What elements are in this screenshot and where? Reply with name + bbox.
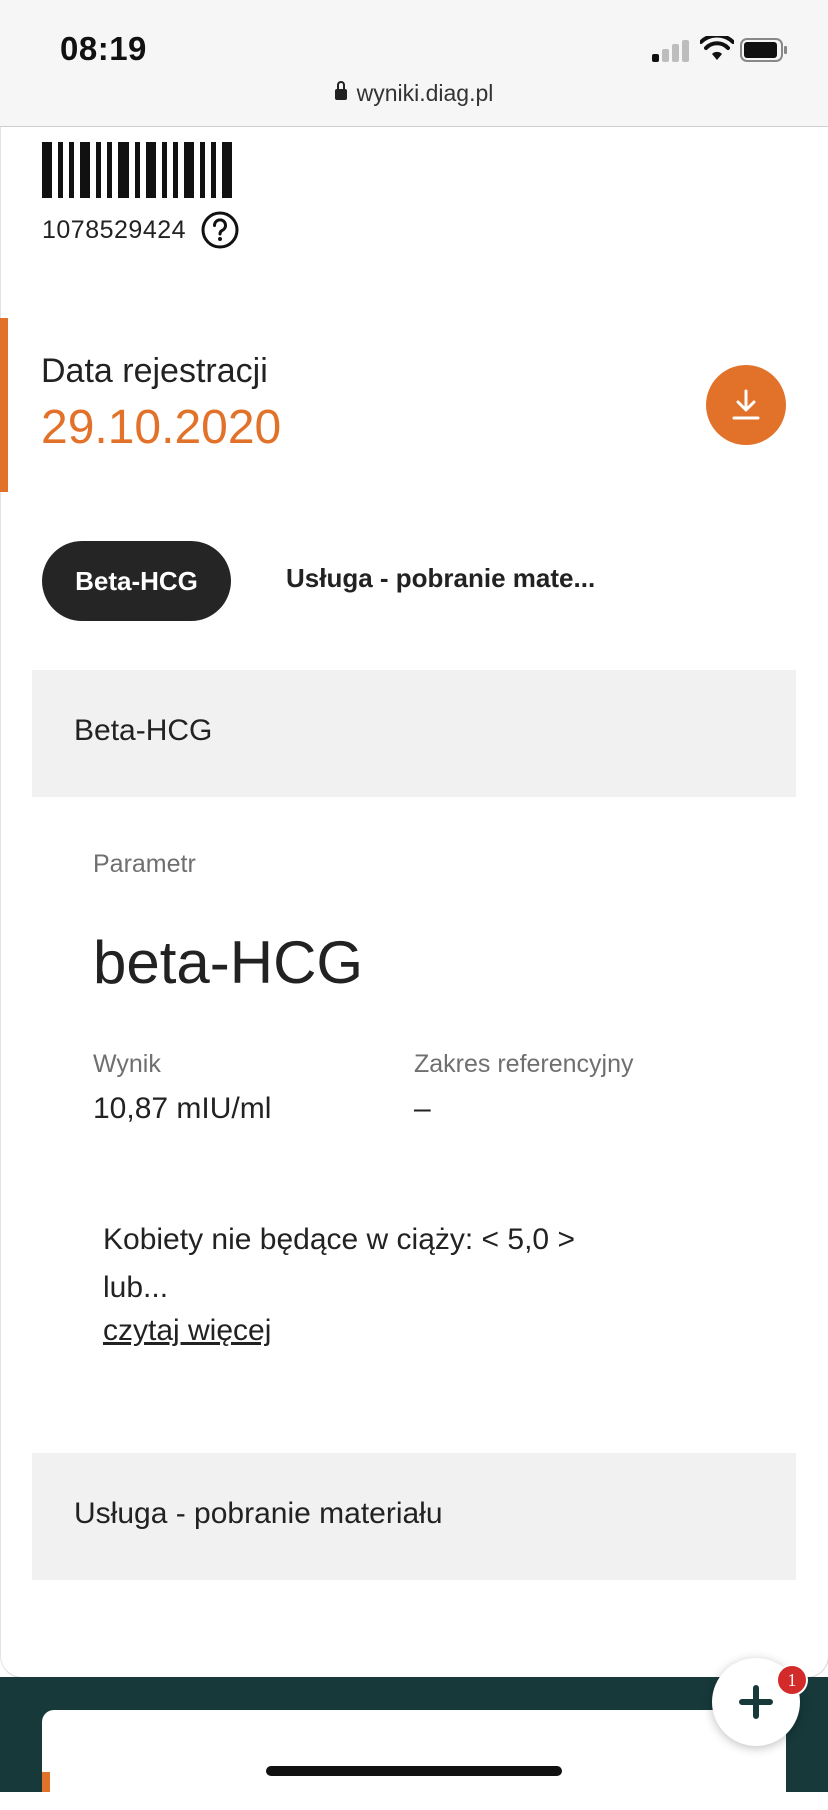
- signal-icon: [652, 40, 690, 62]
- section-header-beta-hcg[interactable]: Beta-HCG: [32, 670, 796, 797]
- tab-beta-hcg[interactable]: Beta-HCG: [42, 541, 231, 621]
- section-title: Beta-HCG: [74, 714, 213, 747]
- lock-icon: [334, 81, 347, 100]
- tab-service-collection[interactable]: Usługa - pobranie mate...: [286, 563, 595, 594]
- barcode-row: 1078529424: [42, 210, 240, 250]
- barcode-number: 1078529424: [42, 215, 187, 244]
- section-title: Usługa - pobranie materiału: [74, 1497, 443, 1530]
- plus-icon: [739, 1685, 773, 1719]
- barcode-image: [42, 142, 238, 198]
- url-text: wyniki.diag.pl: [356, 80, 494, 106]
- accent-bar: [0, 318, 8, 492]
- battery-icon: [740, 38, 787, 62]
- registration-date: 29.10.2020: [41, 401, 282, 454]
- reference-range-value: –: [414, 1092, 431, 1125]
- home-indicator: [266, 1766, 562, 1776]
- notification-badge: 1: [776, 1664, 808, 1696]
- result-value: 10,87 mIU/ml: [93, 1092, 272, 1125]
- read-more-link[interactable]: czytaj więcej: [103, 1314, 271, 1348]
- address-bar[interactable]: wyniki.diag.pl: [0, 80, 828, 107]
- result-note: Kobiety nie będące w ciąży: < 5,0 > lub.…: [103, 1223, 575, 1304]
- section-header-service-collection[interactable]: Usługa - pobranie materiału: [32, 1453, 796, 1580]
- next-card: [42, 1710, 786, 1810]
- reference-range-label: Zakres referencyjny: [414, 1050, 634, 1078]
- result-label: Wynik: [93, 1050, 161, 1078]
- status-time: 08:19: [60, 30, 147, 67]
- download-button[interactable]: [706, 365, 786, 445]
- parameter-label: Parametr: [93, 850, 196, 878]
- next-card-accent: [42, 1772, 50, 1792]
- download-icon: [732, 389, 760, 420]
- browser-top-bar: 08:19 wyniki.diag.pl: [0, 0, 828, 127]
- parameter-name: beta-HCG: [93, 929, 364, 996]
- help-icon[interactable]: [200, 210, 240, 250]
- registration-label: Data rejestracji: [41, 352, 268, 390]
- wifi-icon: [700, 36, 734, 60]
